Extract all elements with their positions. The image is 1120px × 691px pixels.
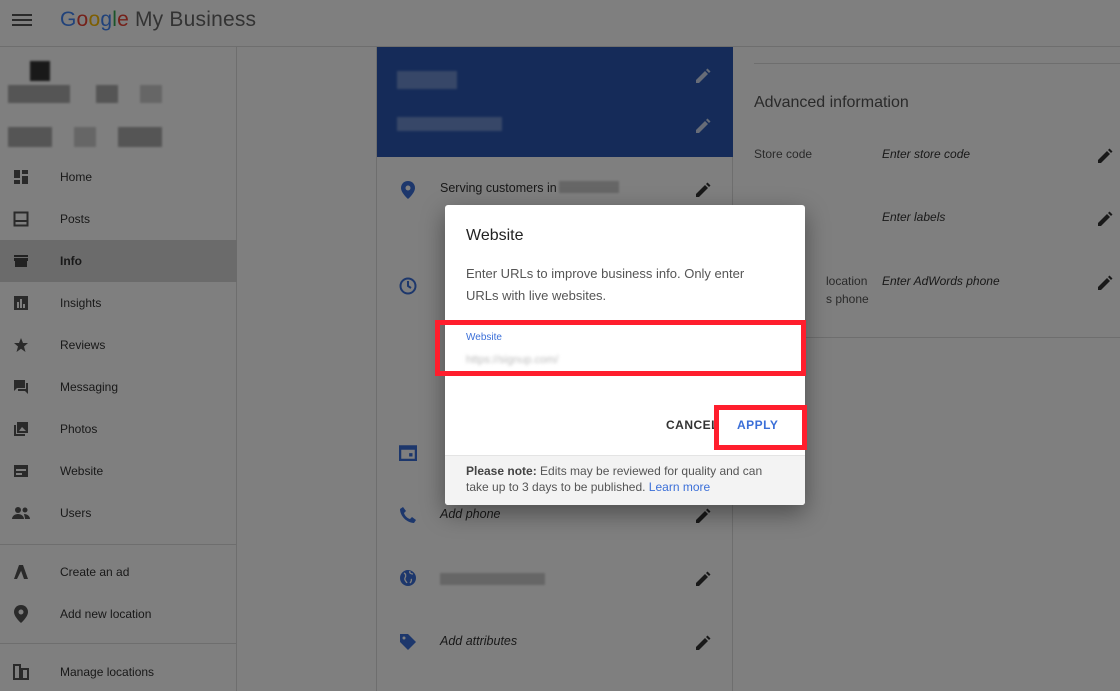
cancel-button[interactable]: CANCEL: [666, 418, 719, 432]
note-text: Please note: Edits may be reviewed for q…: [466, 463, 786, 495]
apply-button-highlight: [714, 405, 807, 450]
website-field-highlight: [435, 320, 806, 376]
learn-more-link[interactable]: Learn more: [649, 480, 710, 494]
note-bold: Please note:: [466, 464, 537, 478]
dialog-title: Website: [466, 227, 524, 244]
dialog-description: Enter URLs to improve business info. Onl…: [466, 266, 745, 303]
dialog-note: Please note: Edits may be reviewed for q…: [445, 455, 805, 505]
